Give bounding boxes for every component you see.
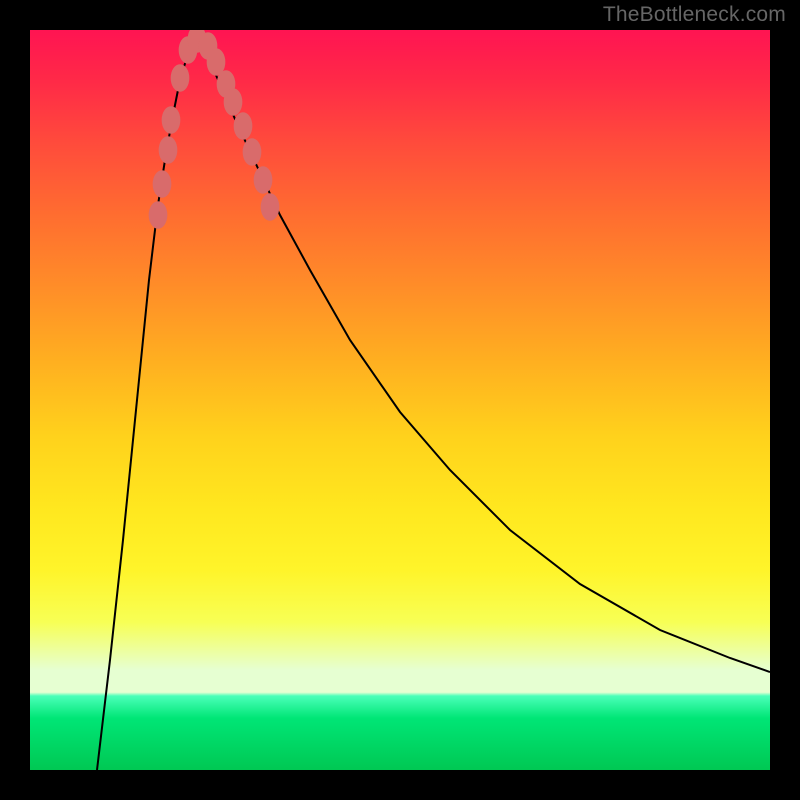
curve-left-branch [97,34,196,770]
data-marker [149,201,168,229]
data-marker [224,88,243,116]
data-marker [162,106,181,134]
data-marker [243,138,262,166]
data-marker [188,30,207,53]
data-marker [234,112,253,140]
data-markers [149,30,280,229]
watermark-text: TheBottleneck.com [603,3,786,27]
data-marker [207,48,226,76]
data-marker [179,36,198,64]
data-marker [217,70,236,98]
plot-area [30,30,770,770]
data-marker [171,64,190,92]
data-marker [261,193,280,221]
data-marker [254,166,273,194]
curve-right-branch [196,34,770,672]
data-marker [159,136,178,164]
data-marker [153,170,172,198]
chart-frame: TheBottleneck.com [0,0,800,800]
bottleneck-curve [30,30,770,770]
data-marker [199,32,218,60]
